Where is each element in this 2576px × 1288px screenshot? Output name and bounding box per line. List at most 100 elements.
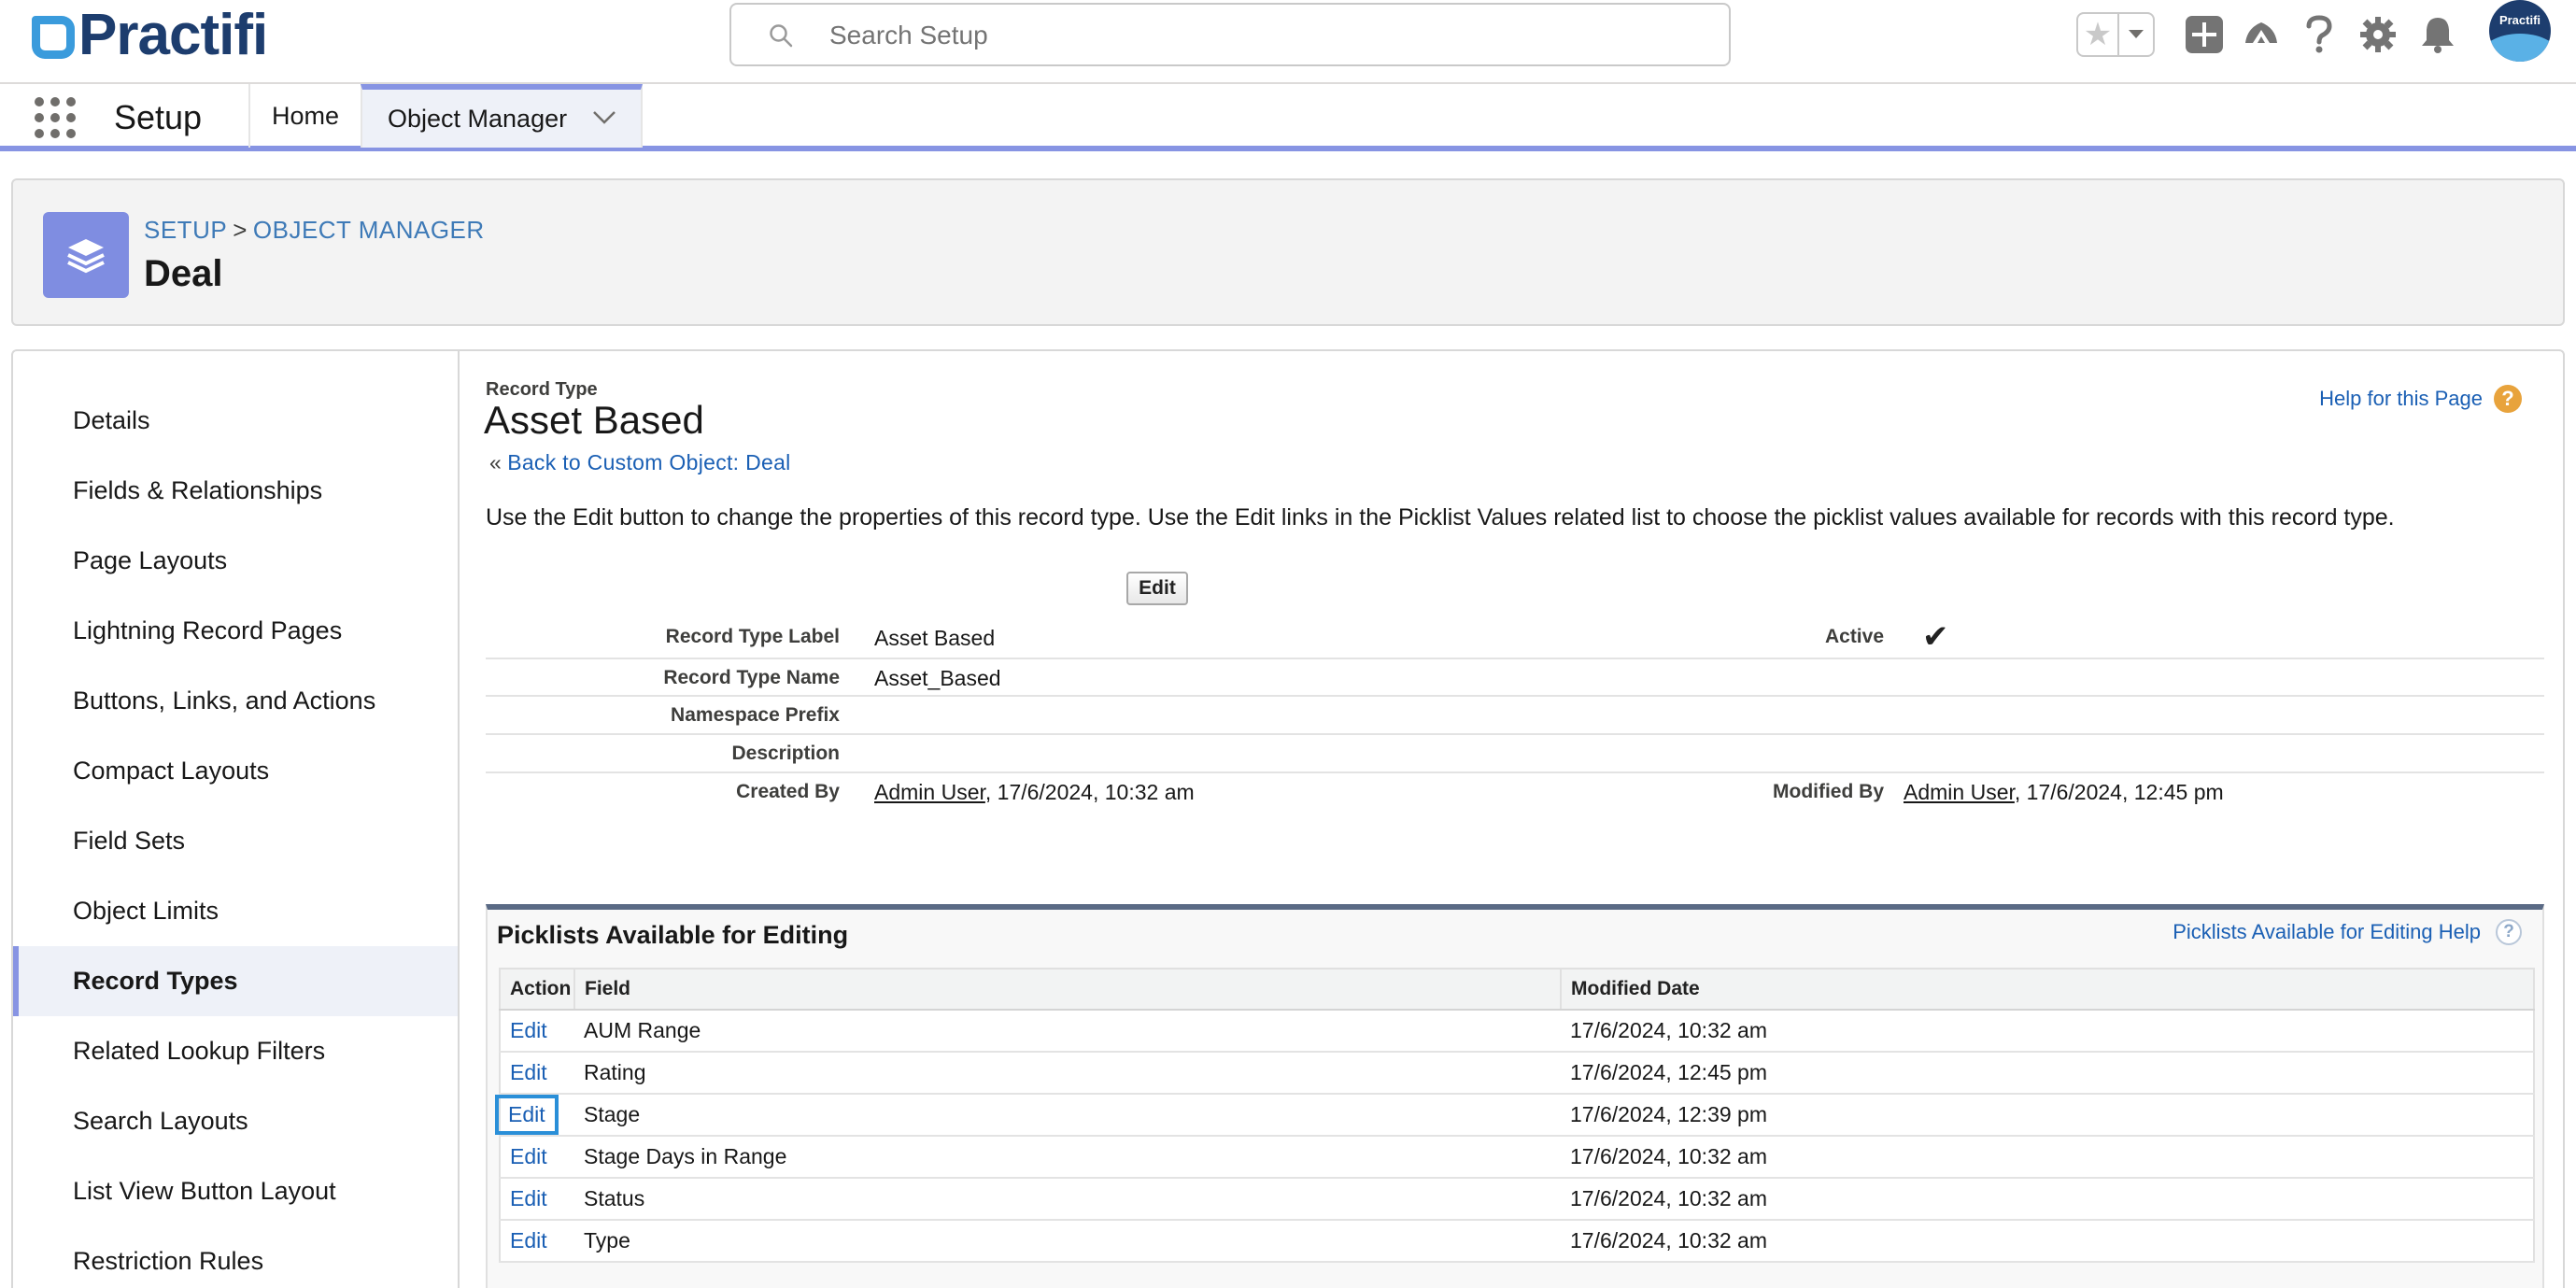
logo-text: Practifi	[78, 3, 268, 67]
edit-link[interactable]: Edit	[495, 1095, 559, 1135]
tab-object-manager-label: Object Manager	[388, 104, 568, 133]
modified-by-label: Modified By	[1773, 781, 1884, 802]
record-type-label-label: Record Type Label	[665, 626, 840, 647]
sidebar-item-buttons-links-actions[interactable]: Buttons, Links, and Actions	[13, 666, 458, 736]
sidebar-item-list-view-button-layout[interactable]: List View Button Layout	[13, 1156, 458, 1226]
picklists-help-label[interactable]: Picklists Available for Editing Help	[2173, 920, 2481, 944]
practifi-logo[interactable]: Practifi	[32, 3, 268, 67]
intro-text: Use the Edit button to change the proper…	[486, 504, 2395, 531]
bell-icon	[2422, 18, 2454, 53]
edit-link[interactable]: Edit	[510, 1186, 547, 1210]
notifications-button[interactable]	[2416, 13, 2459, 56]
app-name: Setup	[114, 98, 203, 136]
table-row: Edit Stage 17/6/2024, 12:39 pm	[495, 1094, 2534, 1137]
modified-date-cell: 17/6/2024, 10:32 am	[1561, 1136, 2534, 1179]
search-input[interactable]	[829, 18, 1670, 53]
action-cell: Edit	[500, 1052, 574, 1095]
active-checkmark-icon: ✔	[1922, 619, 1949, 655]
search-icon	[770, 24, 793, 48]
sidebar-item-search-layouts[interactable]: Search Layouts	[13, 1086, 458, 1156]
detail-row-description: Description	[486, 735, 2544, 773]
sidebar-item-record-types[interactable]: Record Types	[13, 946, 458, 1016]
main-card: Details Fields & Relationships Page Layo…	[11, 349, 2565, 1288]
created-by-date: , 17/6/2024, 10:32 am	[984, 780, 1195, 804]
sidebar-item-page-layouts[interactable]: Page Layouts	[13, 526, 458, 596]
record-type-name-label: Record Type Name	[663, 667, 840, 688]
modified-date-cell: 17/6/2024, 12:45 pm	[1561, 1052, 2534, 1095]
detail-row-created-modified: Created By Admin User, 17/6/2024, 10:32 …	[486, 773, 2544, 814]
back-to-custom-object-link[interactable]: Back to Custom Object: Deal	[507, 450, 790, 474]
context-nav-bar: Setup Home Object Manager	[0, 82, 2576, 151]
sidebar-item-related-lookup-filters[interactable]: Related Lookup Filters	[13, 1016, 458, 1086]
global-header: Practifi ★ Practifi	[0, 0, 2576, 82]
action-cell: Edit	[500, 1010, 574, 1053]
help-button[interactable]	[2298, 13, 2341, 56]
tab-home[interactable]: Home	[248, 84, 361, 148]
table-header-row: Action Field Modified Date	[500, 969, 2535, 1011]
help-circle-icon[interactable]: ?	[2496, 919, 2522, 945]
sidebar-item-compact-layouts[interactable]: Compact Layouts	[13, 736, 458, 806]
table-row: Edit Type 17/6/2024, 10:32 am	[500, 1220, 2534, 1263]
edit-link[interactable]: Edit	[510, 1144, 547, 1168]
chevron-down-icon	[2129, 30, 2144, 38]
modified-date-cell: 17/6/2024, 10:32 am	[1561, 1010, 2534, 1053]
picklists-help-link[interactable]: Picklists Available for Editing Help ?	[2173, 919, 2522, 945]
column-header-field: Field	[574, 969, 1562, 1011]
chevron-down-icon[interactable]	[592, 110, 616, 125]
edit-link[interactable]: Edit	[510, 1228, 547, 1253]
detail-row-namespace: Namespace Prefix	[486, 697, 2544, 735]
sidebar-item-field-sets[interactable]: Field Sets	[13, 806, 458, 876]
edit-link[interactable]: Edit	[510, 1018, 547, 1042]
object-sidebar: Details Fields & Relationships Page Layo…	[13, 351, 460, 1288]
modified-by-user-link[interactable]: Admin User	[1904, 780, 2015, 804]
setup-button[interactable]	[2357, 13, 2399, 56]
record-type-label-value: Asset Based	[874, 626, 996, 650]
help-for-page-link[interactable]: Help for this Page ?	[2319, 385, 2522, 413]
sidebar-item-details[interactable]: Details	[13, 386, 458, 456]
search-box[interactable]	[729, 3, 1731, 66]
modified-date-cell: 17/6/2024, 12:39 pm	[1561, 1094, 2534, 1137]
logo-mark-icon	[32, 12, 77, 59]
back-prefix: «	[489, 450, 502, 474]
column-header-modified-date: Modified Date	[1561, 969, 2535, 1011]
back-link-container: « Back to Custom Object: Deal	[489, 450, 791, 475]
edit-link[interactable]: Edit	[510, 1060, 547, 1084]
column-header-action: Action	[500, 969, 575, 1011]
edit-button[interactable]: Edit	[1126, 572, 1188, 605]
sidebar-item-lightning-record-pages[interactable]: Lightning Record Pages	[13, 596, 458, 666]
user-avatar[interactable]: Practifi	[2489, 0, 2551, 62]
global-actions-button[interactable]	[2183, 13, 2226, 56]
breadcrumb-setup[interactable]: SETUP	[144, 216, 227, 244]
record-type-name-value: Asset_Based	[874, 666, 1001, 690]
created-by-label: Created By	[736, 781, 840, 802]
record-type-detail: Record Type Asset Based « Back to Custom…	[484, 351, 2550, 1288]
gear-icon	[2360, 17, 2396, 52]
description-label: Description	[731, 743, 840, 764]
action-cell: Edit	[500, 1220, 574, 1263]
star-icon[interactable]: ★	[2078, 14, 2119, 55]
help-for-page-label[interactable]: Help for this Page	[2319, 387, 2483, 411]
favorites-dropdown-button[interactable]	[2119, 14, 2153, 55]
sidebar-item-object-limits[interactable]: Object Limits	[13, 876, 458, 946]
tab-object-manager[interactable]: Object Manager	[361, 84, 643, 148]
layers-icon	[43, 212, 129, 298]
trailhead-button[interactable]	[2240, 13, 2283, 56]
page-title: Deal	[144, 253, 223, 294]
action-cell: Edit	[500, 1136, 574, 1179]
breadcrumb-object-manager[interactable]: OBJECT MANAGER	[253, 216, 485, 244]
favorites-group: ★	[2076, 12, 2155, 57]
field-cell: AUM Range	[574, 1010, 1561, 1053]
sidebar-item-restriction-rules[interactable]: Restriction Rules	[13, 1226, 458, 1288]
modified-date-cell: 17/6/2024, 10:32 am	[1561, 1178, 2534, 1221]
created-by-user-link[interactable]: Admin User	[874, 780, 985, 804]
table-row: Edit Rating 17/6/2024, 12:45 pm	[500, 1052, 2534, 1095]
help-circle-icon[interactable]: ?	[2494, 385, 2522, 413]
namespace-prefix-label: Namespace Prefix	[671, 704, 840, 726]
sidebar-item-fields-relationships[interactable]: Fields & Relationships	[13, 456, 458, 526]
field-cell: Type	[574, 1220, 1561, 1263]
app-launcher-icon[interactable]	[35, 97, 76, 138]
picklists-table: Action Field Modified Date Edit AUM Rang…	[495, 968, 2535, 1263]
trailhead-icon	[2245, 22, 2277, 43]
modified-date-cell: 17/6/2024, 10:32 am	[1561, 1220, 2534, 1263]
created-by-value: Admin User, 17/6/2024, 10:32 am	[874, 780, 1195, 805]
